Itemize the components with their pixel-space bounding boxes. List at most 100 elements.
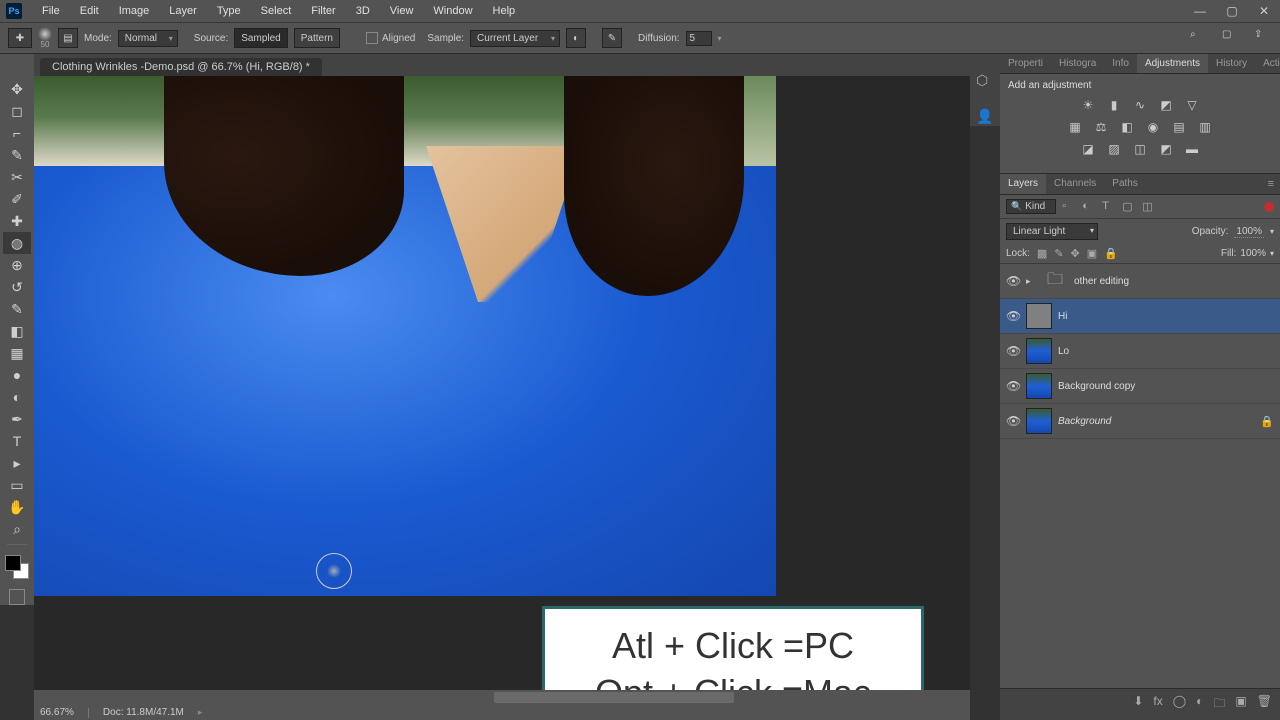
tab-history[interactable]: History bbox=[1208, 54, 1255, 73]
filter-shape-icon[interactable]: ▢ bbox=[1122, 200, 1136, 214]
layer-row[interactable]: 👁 Lo bbox=[1000, 334, 1280, 369]
new-layer-icon[interactable]: ▣ bbox=[1235, 694, 1246, 715]
layer-name[interactable]: Background bbox=[1058, 416, 1111, 427]
foreground-color[interactable] bbox=[5, 555, 21, 571]
hand-tool[interactable]: ✋ bbox=[3, 496, 31, 518]
source-pattern-button[interactable]: Pattern bbox=[294, 28, 340, 48]
sample-dropdown[interactable]: Current Layer bbox=[470, 30, 560, 47]
minimize-button[interactable]: — bbox=[1184, 0, 1216, 22]
layer-row[interactable]: 👁 ▸ 🗀 other editing bbox=[1000, 264, 1280, 299]
canvas[interactable]: Atl + Click =PC Opt + Click =Mac bbox=[34, 76, 970, 705]
pen-tool[interactable]: ✒ bbox=[3, 408, 31, 430]
visibility-icon[interactable]: 👁 bbox=[1006, 344, 1020, 358]
share-icon[interactable]: ⇪ bbox=[1254, 29, 1272, 47]
eraser-tool[interactable]: ◧ bbox=[3, 320, 31, 342]
link-layers-icon[interactable]: ⬇ bbox=[1133, 694, 1143, 715]
panel-icon-libraries[interactable]: 👤 bbox=[976, 108, 994, 126]
tab-histogram[interactable]: Histogra bbox=[1051, 54, 1104, 73]
menu-help[interactable]: Help bbox=[483, 5, 526, 17]
layer-name[interactable]: Hi bbox=[1058, 311, 1067, 322]
current-tool-icon[interactable]: ✚ bbox=[8, 28, 32, 48]
panel-menu-icon[interactable]: ≡ bbox=[1262, 174, 1280, 194]
adj-vibrance-icon[interactable]: ▽ bbox=[1183, 97, 1201, 113]
tab-adjustments[interactable]: Adjustments bbox=[1137, 54, 1208, 73]
layer-thumbnail[interactable] bbox=[1026, 338, 1052, 364]
type-tool[interactable]: T bbox=[3, 430, 31, 452]
search-icon[interactable]: ⌕ bbox=[1190, 29, 1208, 47]
layer-mask-icon[interactable]: ◯ bbox=[1173, 694, 1186, 715]
visibility-icon[interactable]: 👁 bbox=[1006, 274, 1020, 288]
diffusion-field[interactable]: 5 bbox=[686, 31, 712, 46]
layer-row[interactable]: 👁 Background copy bbox=[1000, 369, 1280, 404]
adj-invert-icon[interactable]: ◪ bbox=[1079, 141, 1097, 157]
adj-exposure-icon[interactable]: ◩ bbox=[1157, 97, 1175, 113]
eyedropper-tool[interactable]: ✐ bbox=[3, 188, 31, 210]
layer-name[interactable]: Background copy bbox=[1058, 381, 1135, 392]
gradient-tool[interactable]: ▦ bbox=[3, 342, 31, 364]
pressure-size-icon[interactable]: ✎ bbox=[602, 28, 622, 48]
tab-paths[interactable]: Paths bbox=[1104, 174, 1146, 194]
filter-adjust-icon[interactable]: ◐ bbox=[1082, 200, 1096, 214]
healing-brush-tool[interactable]: ◍ bbox=[3, 232, 31, 254]
blend-mode-dropdown[interactable]: Normal bbox=[118, 30, 178, 47]
menu-file[interactable]: File bbox=[32, 5, 70, 17]
spot-heal-tool[interactable]: ✚ bbox=[3, 210, 31, 232]
menu-select[interactable]: Select bbox=[251, 5, 302, 17]
shape-tool[interactable]: ▭ bbox=[3, 474, 31, 496]
visibility-icon[interactable]: 👁 bbox=[1006, 379, 1020, 393]
adj-bw-icon[interactable]: ◧ bbox=[1118, 119, 1136, 135]
brush-tool[interactable]: ✎ bbox=[3, 298, 31, 320]
filter-toggle[interactable] bbox=[1264, 202, 1274, 212]
new-group-icon[interactable]: 🗀 bbox=[1213, 694, 1225, 715]
adj-selective-icon[interactable]: ◩ bbox=[1157, 141, 1175, 157]
menu-layer[interactable]: Layer bbox=[159, 5, 207, 17]
menu-window[interactable]: Window bbox=[423, 5, 482, 17]
aligned-checkbox[interactable]: Aligned bbox=[366, 32, 415, 44]
path-select-tool[interactable]: ▸ bbox=[3, 452, 31, 474]
adj-threshold-icon[interactable]: ◫ bbox=[1131, 141, 1149, 157]
layer-name[interactable]: other editing bbox=[1074, 276, 1129, 287]
source-sampled-button[interactable]: Sampled bbox=[234, 28, 287, 48]
brush-panel-toggle[interactable]: ▤ bbox=[58, 28, 78, 48]
lock-all-icon[interactable]: 🔒 bbox=[1104, 247, 1118, 260]
move-tool[interactable]: ✥ bbox=[3, 78, 31, 100]
layer-name[interactable]: Lo bbox=[1058, 346, 1069, 357]
blur-tool[interactable]: ● bbox=[3, 364, 31, 386]
menu-3d[interactable]: 3D bbox=[346, 5, 380, 17]
marquee-tool[interactable]: ◻ bbox=[3, 100, 31, 122]
filter-type-icon[interactable]: T bbox=[1102, 200, 1116, 214]
lock-transparent-icon[interactable]: ▩ bbox=[1037, 247, 1047, 260]
filter-smart-icon[interactable]: ◫ bbox=[1142, 200, 1156, 214]
delete-layer-icon[interactable]: 🗑 bbox=[1257, 694, 1272, 715]
menu-filter[interactable]: Filter bbox=[301, 5, 345, 17]
lock-artboard-icon[interactable]: ▣ bbox=[1087, 247, 1097, 260]
adj-levels-icon[interactable]: ▮ bbox=[1105, 97, 1123, 113]
layer-thumbnail[interactable] bbox=[1026, 408, 1052, 434]
history-brush-tool[interactable]: ↺ bbox=[3, 276, 31, 298]
tab-info[interactable]: Info bbox=[1104, 54, 1137, 73]
adj-channelmixer-icon[interactable]: ▤ bbox=[1170, 119, 1188, 135]
zoom-tool[interactable]: ⌕ bbox=[3, 518, 31, 540]
new-adjustment-icon[interactable]: ◐ bbox=[1196, 694, 1203, 715]
opacity-value[interactable]: 100% bbox=[1234, 226, 1264, 238]
close-button[interactable]: ✕ bbox=[1248, 0, 1280, 22]
clone-stamp-tool[interactable]: ⊕ bbox=[3, 254, 31, 276]
lock-image-icon[interactable]: ✎ bbox=[1054, 247, 1063, 260]
adj-gradientmap-icon[interactable]: ▬ bbox=[1183, 141, 1201, 157]
layer-row[interactable]: 👁 Background 🔒 bbox=[1000, 404, 1280, 439]
adj-colorbalance-icon[interactable]: ⚖ bbox=[1092, 119, 1110, 135]
lock-position-icon[interactable]: ✥ bbox=[1071, 247, 1080, 260]
zoom-level[interactable]: 66.67% bbox=[40, 707, 74, 718]
adj-curves-icon[interactable]: ∿ bbox=[1131, 97, 1149, 113]
quick-select-tool[interactable]: ✎ bbox=[3, 144, 31, 166]
tab-channels[interactable]: Channels bbox=[1046, 174, 1104, 194]
visibility-icon[interactable]: 👁 bbox=[1006, 414, 1020, 428]
lasso-tool[interactable]: ⌐ bbox=[3, 122, 31, 144]
menu-edit[interactable]: Edit bbox=[70, 5, 109, 17]
adj-posterize-icon[interactable]: ▨ bbox=[1105, 141, 1123, 157]
color-swatches[interactable] bbox=[5, 555, 29, 579]
tab-actions[interactable]: Actions bbox=[1255, 54, 1280, 73]
brush-preset-picker[interactable]: 50 bbox=[38, 27, 52, 49]
layer-style-icon[interactable]: fx bbox=[1153, 694, 1162, 715]
layer-thumbnail[interactable] bbox=[1026, 303, 1052, 329]
